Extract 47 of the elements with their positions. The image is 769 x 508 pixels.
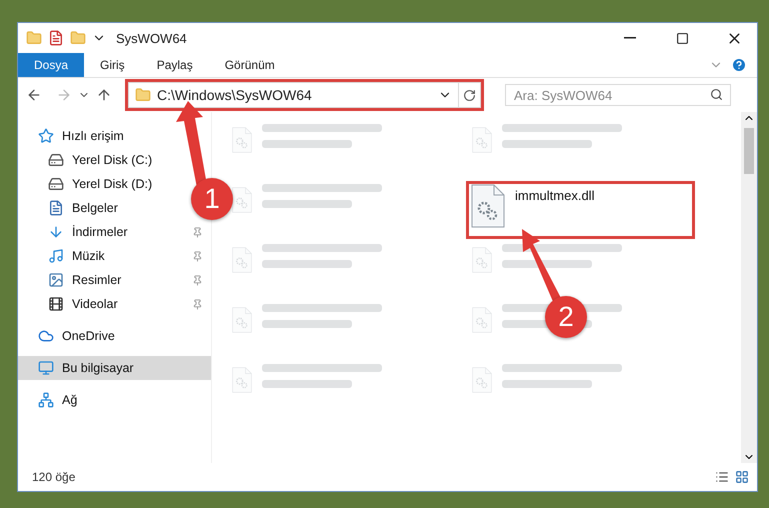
videos-icon: [48, 296, 64, 312]
ribbon-tab[interactable]: Dosya: [18, 53, 84, 77]
downloads-icon: [48, 224, 64, 240]
ribbon-tab[interactable]: Paylaş: [140, 53, 209, 77]
star-icon: [38, 128, 54, 144]
pictures-icon: [48, 272, 64, 288]
documents-icon: [48, 200, 64, 216]
file-name: immultmex.dll: [515, 188, 594, 203]
sidebar-item[interactable]: Yerel Disk (D:): [18, 172, 160, 196]
music-icon: [48, 248, 64, 264]
minimize-icon: [624, 37, 636, 39]
maximize-icon: [676, 32, 688, 44]
address-field[interactable]: C:\Windows\SysWOW64: [128, 82, 481, 108]
refresh-icon: [463, 88, 476, 102]
sidebar-item[interactable]: Bu bilgisayar: [18, 356, 211, 380]
sidebar-item[interactable]: Resimler: [18, 268, 211, 292]
up-icon[interactable]: [96, 87, 112, 103]
back-icon[interactable]: [26, 87, 42, 103]
search-field[interactable]: Ara: SysWOW64: [505, 84, 731, 106]
sidebar-item[interactable]: Belgeler: [18, 196, 126, 220]
sidebar-item[interactable]: Ağ: [18, 388, 86, 412]
ribbon-tab[interactable]: Giriş: [84, 53, 141, 77]
sidebar-item[interactable]: Müzik: [18, 244, 211, 268]
network-icon: [38, 392, 54, 408]
file-item[interactable]: immultmex.dll: [466, 181, 695, 239]
sidebar-item[interactable]: Videolar: [18, 292, 211, 316]
details-view-icon[interactable]: [715, 470, 729, 484]
item-count: 120 öğe: [32, 470, 76, 484]
large-icons-view-icon[interactable]: [735, 470, 749, 484]
computer-icon: [38, 360, 54, 376]
search-icon: [710, 88, 723, 101]
scrollbar[interactable]: [741, 112, 757, 463]
cloud-icon: [38, 328, 54, 344]
sidebar-item[interactable]: OneDrive: [18, 324, 123, 348]
drive-icon: [48, 152, 64, 168]
drive-icon: [48, 176, 64, 192]
sidebar-item[interactable]: Hızlı erişim: [18, 124, 132, 148]
sidebar-item[interactable]: Yerel Disk (C:): [18, 148, 160, 172]
folder-icon: [135, 87, 151, 103]
window-title: SysWOW64: [116, 30, 187, 46]
scroll-thumb[interactable]: [744, 128, 754, 174]
ribbon-tab[interactable]: Görünüm: [208, 53, 291, 77]
dll-file-icon: [471, 184, 505, 228]
help-icon[interactable]: [731, 57, 747, 73]
address-path: C:\Windows\SysWOW64: [157, 87, 313, 103]
sidebar-item[interactable]: İndirmeler: [18, 220, 211, 244]
properties-icon[interactable]: [48, 30, 64, 46]
